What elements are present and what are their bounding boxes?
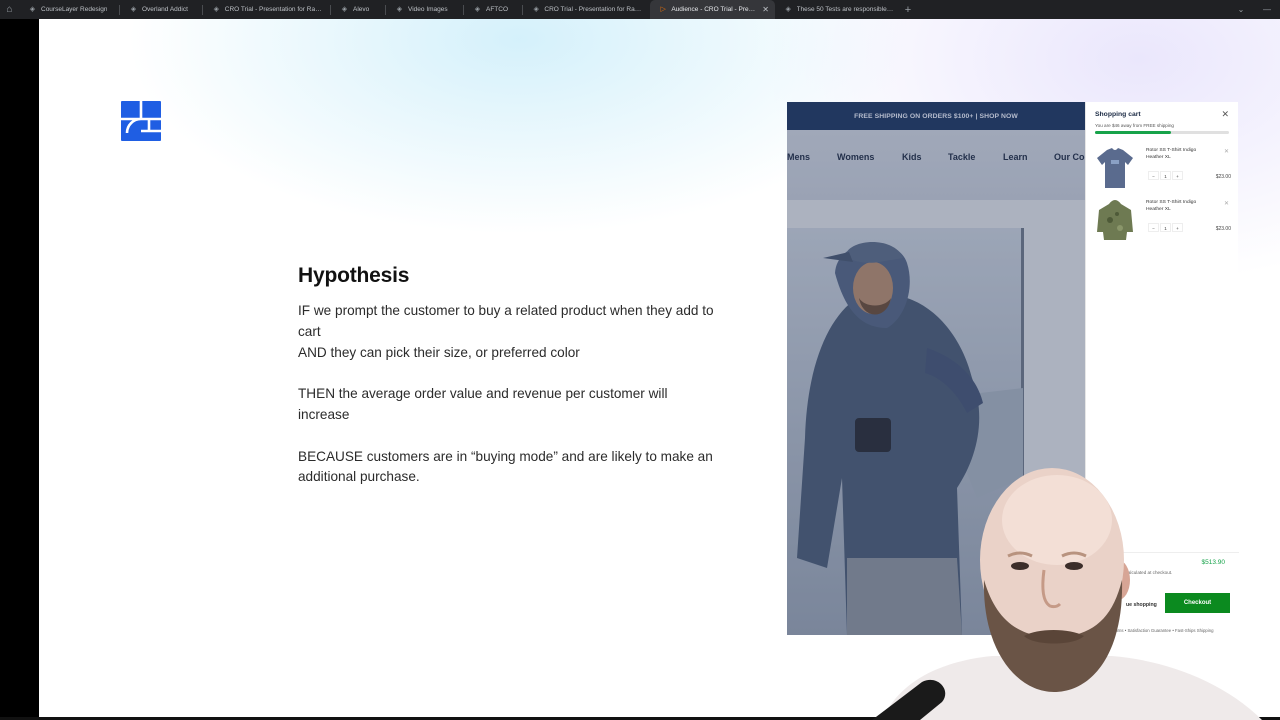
hoodie-thumbnail xyxy=(1097,200,1133,240)
new-tab-button[interactable]: + xyxy=(900,4,916,16)
cart-title: Shopping cart xyxy=(1095,111,1141,118)
webflow-icon: ◈ xyxy=(130,6,137,13)
item-price: $23.00 xyxy=(1215,226,1231,232)
tab-label: Video Images xyxy=(408,6,448,13)
play-icon: ▷ xyxy=(660,6,666,13)
close-tab-icon[interactable]: ✕ xyxy=(762,5,769,14)
free-shipping-progress xyxy=(1095,131,1229,134)
tab-cro-trial-presentation-2[interactable]: ◈ CRO Trial - Presentation for Ramraj (t xyxy=(523,0,650,19)
remove-item-icon[interactable]: ✕ xyxy=(1224,200,1229,207)
if-statement: IF we prompt the customer to buy a relat… xyxy=(298,303,714,339)
tshirt-thumbnail xyxy=(1097,148,1133,188)
webflow-icon: ◈ xyxy=(341,6,348,13)
home-icon[interactable]: ⌂ xyxy=(0,0,19,19)
decrease-qty-button[interactable]: − xyxy=(1148,223,1159,232)
tab-overland-addict[interactable]: ◈ Overland Addict xyxy=(120,0,202,19)
quantity-stepper: − 1 + xyxy=(1148,223,1184,232)
tab-courselayer-redesign[interactable]: ◈ CourseLayer Redesign xyxy=(19,0,119,19)
tab-search-icon[interactable]: ⌄ xyxy=(1228,5,1254,14)
webflow-icon: ◈ xyxy=(785,6,791,13)
cart-line-item: Rotor SS T-Shirt Indigo Heather XL ✕ − 1… xyxy=(1095,146,1233,194)
then-statement: THEN the average order value and revenue… xyxy=(298,386,668,422)
webflow-icon: ◈ xyxy=(29,6,36,13)
browser-tab-strip: ⌂ ◈ CourseLayer Redesign ◈ Overland Addict… xyxy=(0,0,1280,19)
cart-line-item: Rotor SS T-Shirt Indigo Heather XL ✕ − 1… xyxy=(1095,198,1233,246)
and-statement: AND they can pick their size, or preferr… xyxy=(298,344,580,360)
tab-label: CRO Trial - Presentation for Ramraj xyxy=(224,6,324,13)
tab-audience-cro-trial[interactable]: ▷ Audience - CRO Trial - Presentati ✕ xyxy=(650,0,775,19)
webflow-icon: ◈ xyxy=(213,6,220,13)
item-price: $23.00 xyxy=(1215,174,1231,180)
free-shipping-note: You are $46 away from FREE shipping xyxy=(1095,123,1174,128)
company-logo xyxy=(121,101,161,141)
tab-label: Audience - CRO Trial - Presentati xyxy=(671,6,759,13)
hypothesis-block: Hypothesis IF we prompt the customer to … xyxy=(298,264,718,488)
quantity-stepper: − 1 + xyxy=(1148,171,1184,180)
quantity-value[interactable]: 1 xyxy=(1160,171,1171,180)
slide-title: Hypothesis xyxy=(298,264,410,287)
presenter-webcam xyxy=(872,468,1262,720)
webflow-icon: ◈ xyxy=(533,6,539,13)
tab-label: Alevo xyxy=(353,6,370,13)
because-statement: BECAUSE customers are in “buying mode” a… xyxy=(298,448,713,485)
item-name: Rotor SS T-Shirt Indigo Heather XL xyxy=(1146,200,1197,212)
webflow-icon: ◈ xyxy=(396,6,403,13)
item-name: Rotor SS T-Shirt Indigo Heather XL xyxy=(1146,148,1197,160)
decrease-qty-button[interactable]: − xyxy=(1148,171,1159,180)
close-icon[interactable]: ✕ xyxy=(1221,109,1229,120)
tab-label: CRO Trial - Presentation for Ramraj (t xyxy=(544,6,644,13)
remove-item-icon[interactable]: ✕ xyxy=(1224,148,1229,155)
quantity-value[interactable]: 1 xyxy=(1160,223,1171,232)
tab-aftco[interactable]: ◈ AFTCO xyxy=(464,0,522,19)
window-controls: ⌄ — xyxy=(1228,0,1280,19)
webflow-icon: ◈ xyxy=(474,6,481,13)
tab-label: CourseLayer Redesign xyxy=(41,6,108,13)
tab-alevo[interactable]: ◈ Alevo xyxy=(331,0,385,19)
tab-label: Overland Addict xyxy=(142,6,188,13)
increase-qty-button[interactable]: + xyxy=(1172,223,1183,232)
minimize-button[interactable]: — xyxy=(1254,5,1280,14)
tab-video-images[interactable]: ◈ Video Images xyxy=(386,0,463,19)
tab-label: These 50 Tests are responsible for € xyxy=(796,6,895,13)
tab-cro-trial-presentation[interactable]: ◈ CRO Trial - Presentation for Ramraj xyxy=(203,0,330,19)
tab-label: AFTCO xyxy=(486,6,509,13)
tab-50-tests[interactable]: ◈ These 50 Tests are responsible for € xyxy=(775,0,900,19)
increase-qty-button[interactable]: + xyxy=(1172,171,1183,180)
progress-fill xyxy=(1095,131,1172,134)
